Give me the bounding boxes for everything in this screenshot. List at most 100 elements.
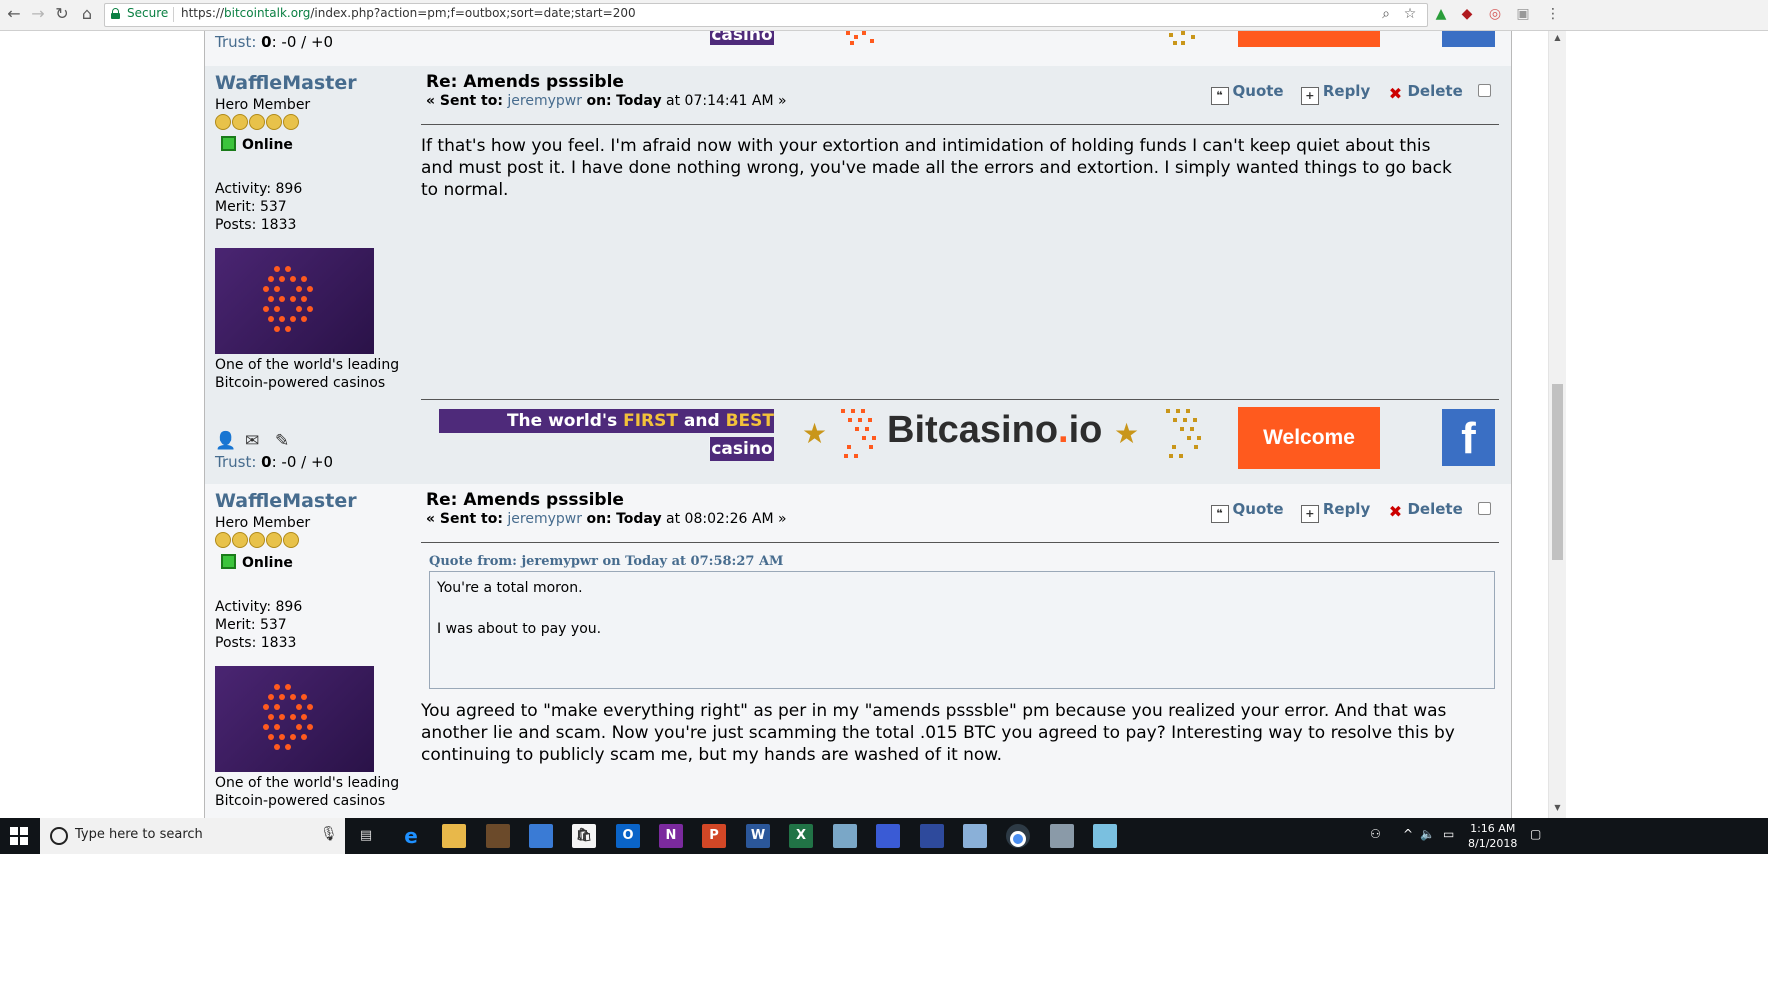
poster-footer: 👤 ✉ ✎ Trust: 0: -0 / +0 [205, 431, 1511, 481]
poster-name[interactable]: WaffleMaster [215, 72, 357, 94]
avatar[interactable] [215, 666, 374, 772]
extension-green-icon[interactable]: ▲ [1432, 5, 1450, 23]
quote-button[interactable]: ❝ Quote [1210, 500, 1284, 523]
menu-icon[interactable]: ⋮ [1544, 5, 1562, 23]
edge-icon[interactable]: e [399, 824, 423, 848]
file-explorer-icon[interactable] [442, 824, 466, 848]
reply-label: Reply [1322, 500, 1371, 518]
page-viewport: Trust: 0: -0 / +0 casino WaffleMaster He… [0, 31, 1768, 818]
select-checkbox[interactable] [1478, 84, 1491, 97]
url-text[interactable]: https://bitcointalk.org/index.php?action… [181, 6, 636, 20]
bookmark-star-icon[interactable]: ☆ [1401, 5, 1419, 23]
app-icon[interactable] [1093, 824, 1117, 848]
app-icon[interactable] [1050, 824, 1074, 848]
onenote-icon[interactable]: N [659, 824, 683, 848]
personal-text-line: One of the world's leading [215, 357, 400, 373]
tray-chevron-icon[interactable]: ^ [1403, 827, 1413, 841]
volume-icon[interactable]: 🔈 [1420, 827, 1435, 841]
outlook-icon[interactable]: O [616, 824, 640, 848]
recipient-link[interactable]: jeremypwr [507, 93, 582, 109]
network-icon[interactable]: ▭ [1443, 827, 1454, 841]
action-center-icon[interactable]: ▢ [1530, 827, 1541, 841]
message-body: If that's how you feel. I'm afraid now w… [421, 135, 1491, 201]
app-icon[interactable] [529, 824, 553, 848]
email-icon[interactable]: ✉ [245, 431, 267, 451]
address-bar[interactable]: Secure https://bitcointalk.org/index.php… [104, 3, 1428, 27]
task-view-icon[interactable]: ▤ [354, 824, 378, 848]
scroll-up-icon[interactable]: ▲ [1552, 33, 1563, 42]
excel-icon[interactable]: X [789, 824, 813, 848]
reload-icon[interactable]: ↻ [52, 4, 72, 24]
merit: Merit: 537 [215, 617, 287, 633]
online-icon [221, 136, 236, 151]
signature-divider [421, 399, 1499, 400]
poster-name[interactable]: WaffleMaster [215, 490, 357, 512]
message-subject[interactable]: Re: Amends psssible [426, 72, 624, 92]
reply-icon: + [1300, 505, 1319, 523]
back-icon[interactable]: ← [4, 4, 24, 24]
store-icon[interactable]: 🛍 [572, 824, 596, 848]
app-icon[interactable] [963, 824, 987, 848]
banner-fb-fragment[interactable] [1442, 31, 1495, 47]
reply-button[interactable]: + Reply [1300, 82, 1370, 105]
star-icon [266, 114, 282, 130]
reply-button[interactable]: + Reply [1300, 500, 1371, 523]
quote-label: Quote [1232, 500, 1284, 518]
online-label: Online [242, 555, 293, 571]
zoom-icon[interactable]: ⌕ [1377, 5, 1395, 23]
page-scrollbar[interactable]: ▲ ▼ [1548, 31, 1566, 818]
delete-label: Delete [1407, 500, 1463, 518]
message-subject[interactable]: Re: Amends psssible [426, 490, 624, 510]
banner-welcome-fragment[interactable] [1238, 31, 1380, 47]
profile-icon[interactable]: 👤 [215, 431, 237, 451]
home-icon[interactable]: ⌂ [77, 4, 97, 24]
rank-stars [215, 114, 300, 130]
delete-label: Delete [1407, 82, 1463, 100]
app-icon[interactable] [876, 824, 900, 848]
sent-day: Today [616, 93, 662, 109]
personal-text: One of the world's leading Bitcoin-power… [215, 774, 415, 810]
delete-button[interactable]: ✖ Delete [1387, 500, 1463, 520]
secure-label: Secure [127, 6, 169, 20]
message-actions: ❝ Quote + Reply ✖ Delete [1199, 82, 1491, 105]
select-checkbox[interactable] [1478, 502, 1491, 515]
trust-label: Trust: [215, 33, 257, 51]
app-icon[interactable] [833, 824, 857, 848]
powerpoint-icon[interactable]: P [702, 824, 726, 848]
sent-on: on: [586, 511, 612, 527]
extension-red-icon[interactable]: ◎ [1486, 5, 1504, 23]
microphone-icon[interactable]: 🎙 [320, 826, 338, 842]
windows-start-icon[interactable] [10, 827, 28, 845]
ublock-icon[interactable]: ◆ [1458, 5, 1476, 23]
app-icon[interactable] [486, 824, 510, 848]
delete-icon: ✖ [1388, 84, 1403, 103]
activity: Activity: 896 [215, 181, 303, 197]
online-icon [221, 554, 236, 569]
scrollbar-thumb[interactable] [1552, 384, 1563, 560]
banner-tagline: The world's FIRST and BEST bitcoin [439, 409, 774, 455]
body-line: to normal. [421, 180, 509, 200]
trust-label: Trust: [215, 453, 257, 471]
people-icon[interactable]: ⚇ [1370, 827, 1381, 841]
app-icon[interactable] [920, 824, 944, 848]
extension-gray-icon[interactable]: ▣ [1514, 5, 1532, 23]
divider [421, 542, 1499, 543]
scroll-down-icon[interactable]: ▼ [1552, 803, 1563, 812]
chrome-icon[interactable] [1006, 824, 1030, 848]
avatar[interactable] [215, 248, 374, 354]
system-clock[interactable]: 1:16 AM 8/1/2018 [1468, 821, 1517, 851]
pm-icon[interactable]: ✎ [275, 431, 297, 451]
star-icon [283, 114, 299, 130]
word-icon[interactable]: W [746, 824, 770, 848]
personal-text-line: Bitcoin-powered casinos [215, 793, 386, 809]
quote-header[interactable]: Quote from: jeremypwr on Today at 07:58:… [429, 554, 783, 569]
star-icon [215, 114, 231, 130]
delete-button[interactable]: ✖ Delete [1387, 82, 1463, 103]
sent-info: « Sent to: jeremypwr on: Today at 07:14:… [426, 93, 787, 109]
quote-line: I was about to pay you. [437, 621, 602, 637]
forward-icon[interactable]: → [28, 4, 48, 24]
quote-button[interactable]: ❝ Quote [1210, 82, 1284, 105]
banner-casino-fragment[interactable]: casino [710, 31, 774, 45]
taskbar-search[interactable]: Type here to search 🎙 [40, 818, 345, 854]
recipient-link[interactable]: jeremypwr [507, 511, 582, 527]
